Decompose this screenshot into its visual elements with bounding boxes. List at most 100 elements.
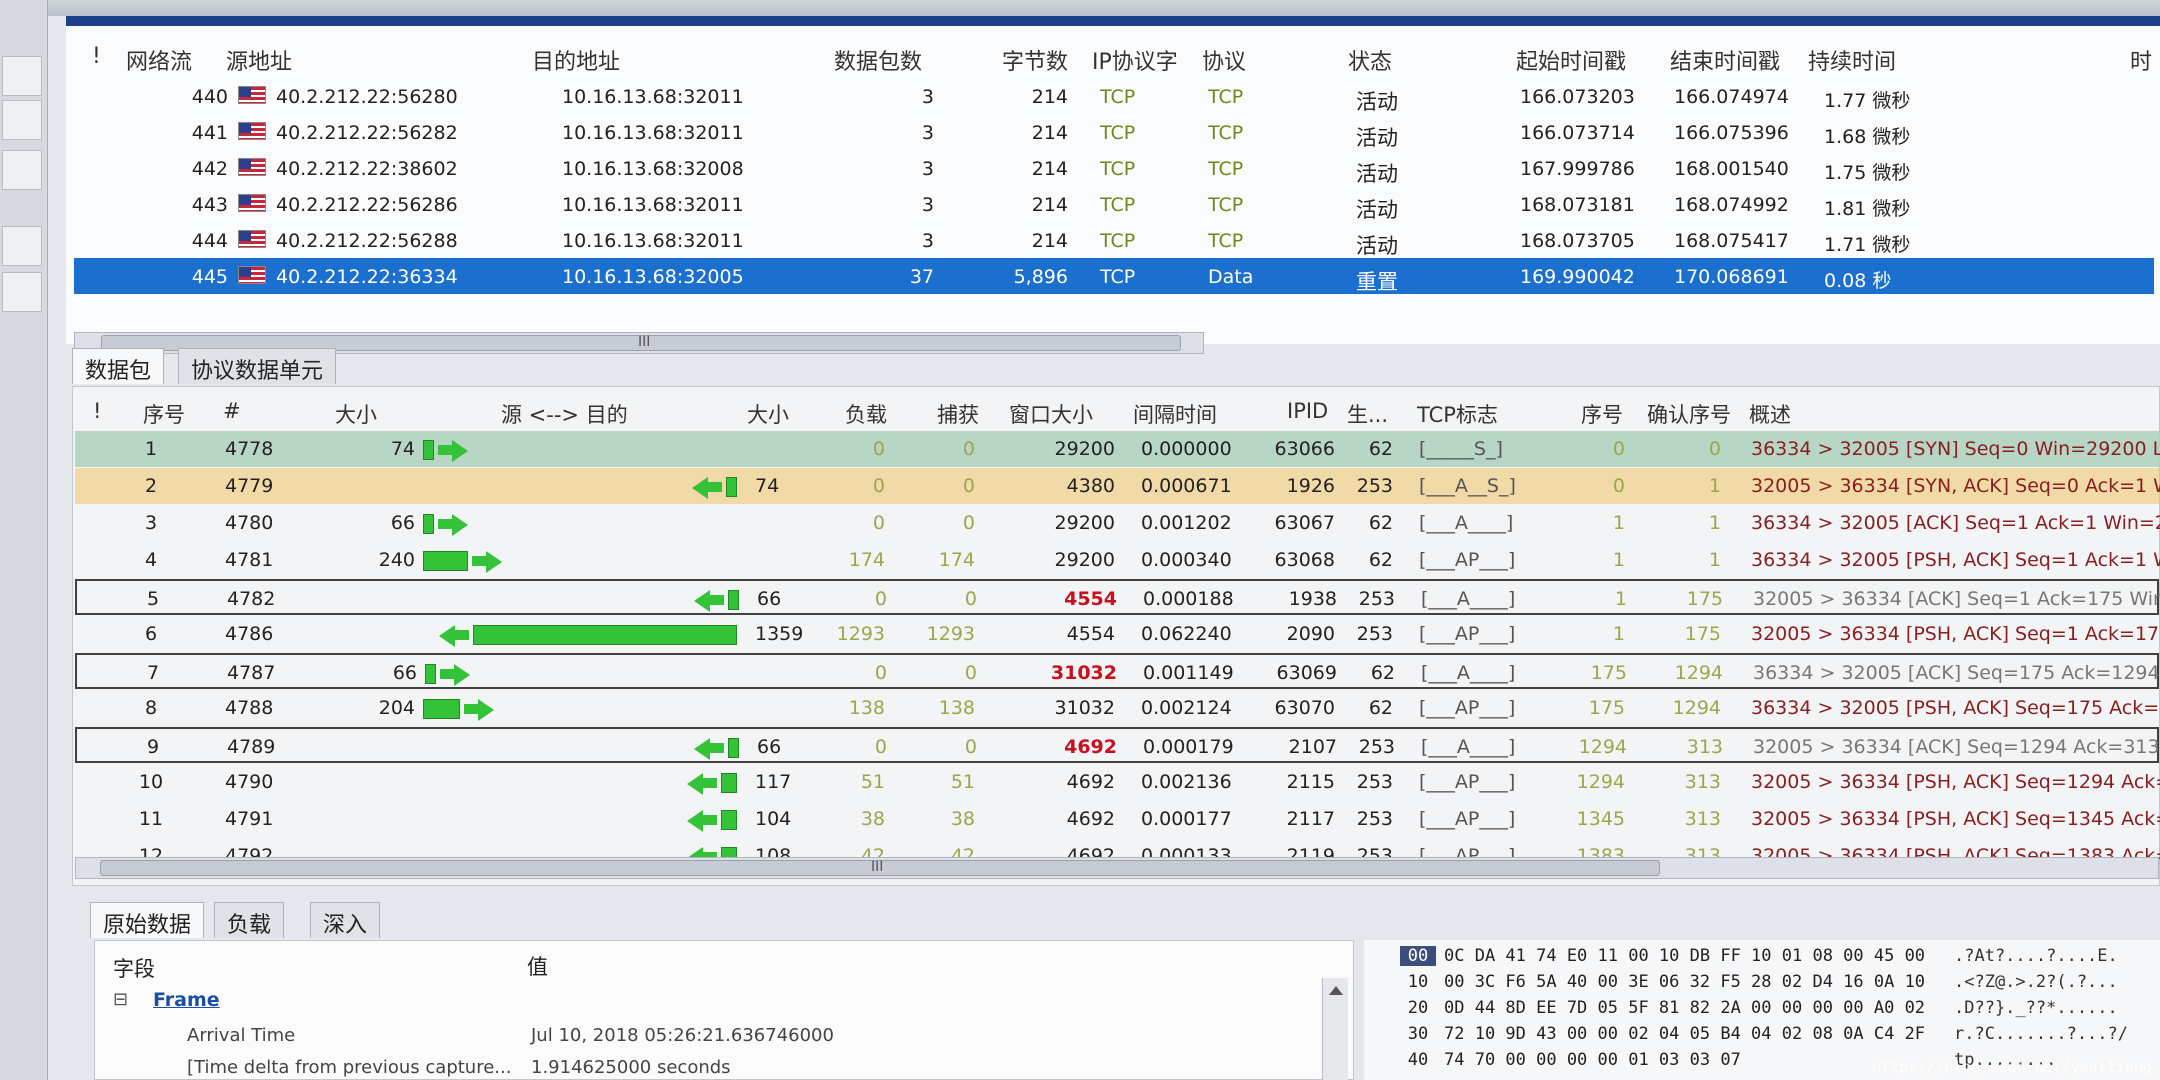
flow-duration: 1.71 微秒 [1824, 234, 1911, 256]
col-value[interactable]: 值 [527, 951, 548, 981]
scroll-up-icon[interactable] [1329, 986, 1343, 995]
col-size-src[interactable]: 大小 [335, 399, 377, 429]
scroll-grip: III [871, 859, 884, 875]
col-index[interactable]: 序号 [143, 399, 185, 429]
tab-payload[interactable]: 负载 [214, 902, 285, 938]
col-bytes[interactable]: 字节数 [1002, 44, 1068, 76]
col-dst[interactable]: 目的地址 [532, 44, 620, 76]
packet-row[interactable]: 9 4789 66 0 0 4692 0.000179 2107 253 [___A____] 12… [75, 727, 2160, 763]
col-payload[interactable]: 负载 [845, 399, 887, 429]
dock-tab[interactable] [2, 226, 42, 266]
col-ack[interactable]: 确认序号 [1647, 399, 1731, 429]
packet-tcp-seq: 0 [1612, 475, 1625, 497]
packet-row[interactable]: 4 4781 240 174 174 29200 0.000340 63068 62 [___AP… [75, 542, 2160, 578]
col-src-dst[interactable]: 源 <--> 目的 [501, 399, 628, 429]
tab-raw-data[interactable]: 原始数据 [90, 902, 205, 938]
hex-line[interactable]: 10 00 3C F6 5A 40 00 3E 06 32 F5 28 02 D4… [1364, 972, 2160, 994]
flow-ip-proto: TCP [1100, 194, 1136, 216]
packet-row[interactable]: 3 4780 66 0 0 29200 0.001202 63067 62 [___A____] 1… [75, 505, 2160, 541]
tab-pdu[interactable]: 协议数据单元 [178, 348, 337, 384]
col-tcp-flags[interactable]: TCP标志 [1417, 399, 1498, 429]
flow-proto: TCP [1208, 86, 1244, 108]
col-flag[interactable]: ! [93, 399, 101, 423]
col-src[interactable]: 源地址 [226, 44, 292, 76]
packet-window: 29200 [1054, 549, 1115, 571]
packet-summary: 36334 > 32005 [SYN] Seq=0 Win=29200 Len=… [1751, 438, 2160, 460]
col-proto[interactable]: 协议 [1202, 44, 1246, 76]
tab-packets[interactable]: 数据包 [72, 348, 165, 384]
hex-ascii: .D??}._??*...... [1954, 998, 2118, 1018]
flow-src: 40.2.212.22:56282 [276, 122, 458, 144]
hex-offset: 20 [1407, 998, 1429, 1018]
dock-tab[interactable] [2, 150, 42, 190]
packet-scrollbar-thumb[interactable]: III [100, 859, 1660, 876]
flow-row[interactable]: 440 40.2.212.22:56280 10.16.13.68:32011 3 21… [74, 78, 2154, 114]
flow-packets: 3 [921, 194, 934, 216]
packet-horizontal-scrollbar[interactable]: III [75, 857, 2159, 879]
packet-index: 10 [138, 771, 164, 793]
flow-row[interactable]: 441 40.2.212.22:56282 10.16.13.68:32011 3 21… [74, 114, 2154, 150]
packet-size-dst: 117 [755, 771, 792, 793]
packet-number: 4787 [227, 662, 276, 684]
right-arrow-icon [452, 440, 468, 462]
flow-end: 168.001540 [1674, 158, 1789, 180]
col-summary[interactable]: 概述 [1749, 399, 1791, 429]
flow-row[interactable]: 442 40.2.212.22:38602 10.16.13.68:32008 3 21… [74, 150, 2154, 186]
flow-state: 活动 [1356, 162, 1398, 186]
col-window[interactable]: 窗口大小 [1009, 399, 1093, 429]
flow-row[interactable]: 444 40.2.212.22:56288 10.16.13.68:32011 3 21… [74, 222, 2154, 258]
tab-drilldown[interactable]: 深入 [310, 902, 381, 938]
col-start-time[interactable]: 起始时间戳 [1516, 44, 1626, 76]
col-ipid[interactable]: IPID [1287, 399, 1328, 423]
col-end-time[interactable]: 结束时间戳 [1670, 44, 1780, 76]
col-ttl[interactable]: 生... [1347, 399, 1388, 429]
dock-tab[interactable] [2, 100, 42, 140]
col-interval[interactable]: 间隔时间 [1133, 399, 1217, 429]
packet-row[interactable]: 2 4779 74 0 0 4380 0.000671 1926 253 [___A__S_] 0 1… [75, 468, 2160, 504]
packet-window: 29200 [1054, 438, 1115, 460]
field-name[interactable]: Arrival Time [187, 1025, 295, 1046]
packet-summary: 36334 > 32005 [PSH, ACK] Seq=175 Ack=129… [1751, 697, 2160, 719]
packet-row[interactable]: 11 4791 104 38 38 4692 0.000177 2117 253 [___AP__… [75, 801, 2160, 837]
col-packets[interactable]: 数据包数 [834, 44, 922, 76]
col-state[interactable]: 状态 [1348, 44, 1392, 76]
packet-ack: 1294 [1674, 662, 1723, 684]
packet-size-src: 66 [390, 512, 415, 534]
flow-ip-proto: TCP [1100, 122, 1136, 144]
packet-size-dst: 1359 [755, 623, 804, 645]
col-size-dst[interactable]: 大小 [747, 399, 789, 429]
col-ip-proto[interactable]: IP协议字 [1092, 44, 1178, 76]
col-more[interactable]: 时 [2130, 44, 2152, 76]
packet-row[interactable]: 8 4788 204 138 138 31032 0.002124 63070 62 [___AP… [75, 690, 2160, 726]
packet-bar [473, 625, 737, 645]
packet-table: ! 序号 # 大小 源 <--> 目的 大小 负载 捕获 窗口大小 间隔时间 I… [72, 386, 2160, 886]
packet-window: 4692 [1064, 736, 1117, 758]
hex-line[interactable]: 00 0C DA 41 74 E0 11 00 10 DB FF 10 01 08… [1364, 946, 2160, 968]
tree-collapse-icon[interactable]: ⊟ [113, 989, 128, 1010]
flow-row[interactable]: 443 40.2.212.22:56286 10.16.13.68:32011 3 21… [74, 186, 2154, 222]
flow-id: 440 [191, 86, 228, 108]
hex-line[interactable]: 20 0D 44 8D EE 7D 05 5F 81 82 2A 00 00 00… [1364, 998, 2160, 1020]
col-flow[interactable]: 网络流 [126, 44, 192, 76]
packet-row[interactable]: 7 4787 66 0 0 31032 0.001149 63069 62 [___A____] 1… [75, 653, 2160, 689]
field-tree-vertical-scrollbar[interactable] [1322, 978, 1348, 1080]
packet-row[interactable]: 1 4778 74 0 0 29200 0.000000 63066 62 [_____S_] 0 0… [75, 431, 2160, 467]
packet-row[interactable]: 10 4790 117 51 51 4692 0.002136 2115 253 [___AP__… [75, 764, 2160, 800]
col-number[interactable]: # [223, 399, 241, 423]
col-tcp-seq[interactable]: 序号 [1581, 399, 1623, 429]
dock-tab[interactable] [2, 272, 42, 312]
col-field[interactable]: 字段 [113, 953, 155, 983]
packet-row[interactable]: 5 4782 66 0 0 4554 0.000188 1938 253 [___A____] 1 1… [75, 579, 2160, 615]
col-flag[interactable]: ! [92, 44, 101, 69]
field-name[interactable]: [Time delta from previous capture... [187, 1057, 511, 1078]
packet-capture: 0 [962, 438, 975, 460]
dock-tab[interactable] [2, 56, 42, 96]
flow-row[interactable]: 445 40.2.212.22:36334 10.16.13.68:32005 37 5… [74, 258, 2154, 294]
packet-index: 5 [146, 588, 160, 610]
frame-node[interactable]: Frame [153, 989, 220, 1011]
col-capture[interactable]: 捕获 [937, 399, 979, 429]
packet-row[interactable]: 6 4786 1359 1293 1293 4554 0.062240 2090 253 [___… [75, 616, 2160, 652]
flow-end: 170.068691 [1674, 266, 1789, 288]
col-duration[interactable]: 持续时间 [1808, 44, 1896, 76]
hex-line[interactable]: 30 72 10 9D 43 00 00 02 04 05 B4 04 02 08… [1364, 1024, 2160, 1046]
